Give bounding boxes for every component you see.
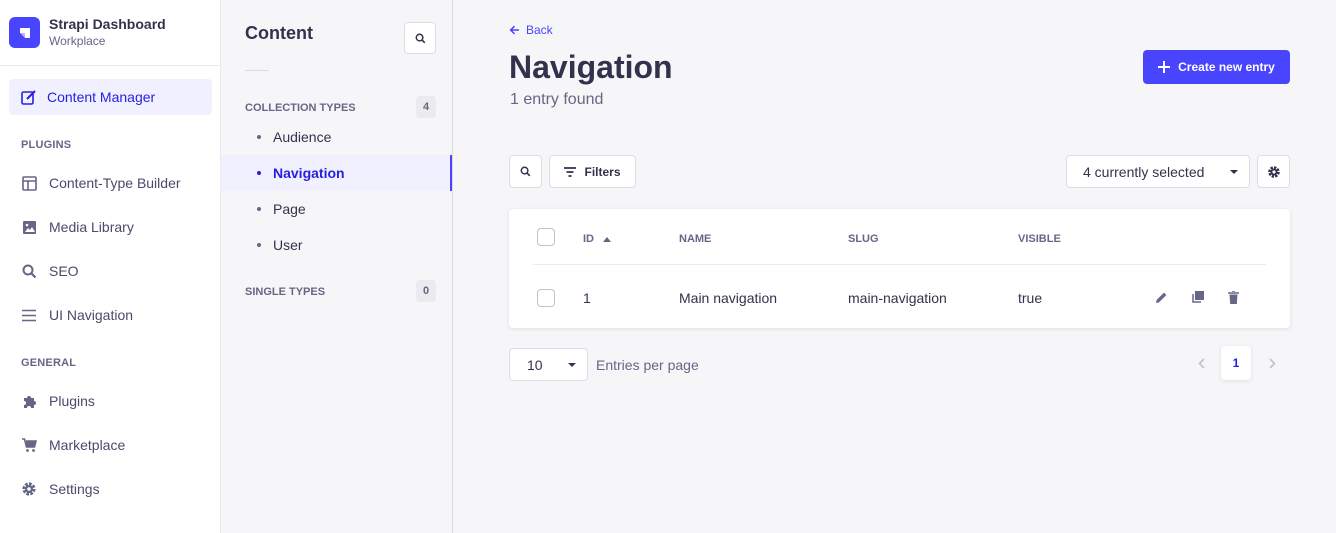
back-label: Back <box>526 23 553 37</box>
search-icon <box>520 166 531 177</box>
content-subnav: Content COLLECTION TYPES 4 Audience Navi… <box>221 0 453 533</box>
nav-item-label: UI Navigation <box>49 307 134 323</box>
subnav-item-audience[interactable]: Audience <box>221 119 452 155</box>
cell-slug: main-navigation <box>848 290 947 306</box>
select-all-checkbox[interactable] <box>537 228 555 246</box>
bullet-icon <box>257 207 261 211</box>
list-icon <box>21 307 37 323</box>
nav-item-label: Marketplace <box>49 437 126 453</box>
cart-icon <box>21 437 37 453</box>
delete-button[interactable] <box>1225 289 1241 305</box>
nav-item-plugins[interactable]: Plugins <box>21 390 95 412</box>
filter-icon <box>564 166 577 177</box>
page-title: Navigation <box>509 49 673 85</box>
filters-label: Filters <box>584 164 621 179</box>
chevron-right-icon <box>1268 357 1276 369</box>
column-header-id[interactable]: ID <box>583 233 611 245</box>
subnav-item-user[interactable]: User <box>221 227 452 263</box>
column-header-name[interactable]: NAME <box>679 233 711 245</box>
subnav-title: Content <box>245 23 313 43</box>
create-button-label: Create new entry <box>1178 60 1275 74</box>
nav-item-label: Plugins <box>49 393 95 409</box>
nav-item-ui-navigation[interactable]: UI Navigation <box>21 304 133 326</box>
brand-header[interactable]: Strapi Dashboard Workplace <box>0 0 220 66</box>
table-search-button[interactable] <box>509 155 542 188</box>
entry-count: 1 entry found <box>510 91 604 108</box>
pencil-icon <box>1155 292 1166 303</box>
brand-title: Strapi Dashboard <box>49 16 166 32</box>
next-page-button[interactable] <box>1264 355 1280 371</box>
entries-per-page-label: Entries per page <box>596 357 699 373</box>
sort-ascending-icon <box>603 236 611 242</box>
chevron-left-icon <box>1197 357 1205 369</box>
subnav-item-label: User <box>273 237 303 253</box>
bullet-icon <box>257 135 261 139</box>
list-settings-button[interactable] <box>1257 155 1290 188</box>
plus-icon <box>1158 61 1171 73</box>
nav-item-seo[interactable]: SEO <box>21 260 79 282</box>
page-button-current[interactable]: 1 <box>1221 346 1251 380</box>
page-size-value: 10 <box>527 356 543 373</box>
subnav-item-label: Navigation <box>273 165 345 181</box>
subnav-search-button[interactable] <box>404 22 436 54</box>
displayed-columns-select[interactable]: 4 currently selected <box>1066 155 1250 188</box>
bullet-icon <box>257 243 261 247</box>
header-divider <box>533 264 1266 265</box>
duplicate-icon <box>1192 291 1204 303</box>
gear-icon <box>1267 165 1280 178</box>
single-types-heading[interactable]: SINGLE TYPES <box>245 286 325 298</box>
bullet-icon <box>257 171 261 175</box>
layout-icon <box>21 175 37 191</box>
subnav-item-label: Page <box>273 201 306 217</box>
entries-table: ID NAME SLUG VISIBLE 1 Main navigation m… <box>509 209 1290 328</box>
search-icon <box>21 263 37 279</box>
general-heading: GENERAL <box>21 357 77 369</box>
select-value: 4 currently selected <box>1083 163 1205 180</box>
collection-types-heading[interactable]: COLLECTION TYPES <box>245 102 356 114</box>
search-icon <box>415 33 425 43</box>
create-new-entry-button[interactable]: Create new entry <box>1143 50 1290 84</box>
cell-visible: true <box>1018 290 1043 306</box>
nav-item-label: Settings <box>49 481 100 497</box>
feather-icon <box>21 89 37 105</box>
chevron-down-icon <box>1230 170 1238 174</box>
single-types-count-badge: 0 <box>416 280 436 302</box>
filters-button[interactable]: Filters <box>549 155 636 188</box>
column-header-visible[interactable]: VISIBLE <box>1018 233 1061 245</box>
duplicate-button[interactable] <box>1190 289 1206 305</box>
nav-item-content-manager[interactable]: Content Manager <box>9 79 212 115</box>
brand-subtitle: Workplace <box>49 34 106 48</box>
subnav-item-label: Audience <box>273 129 332 145</box>
edit-button[interactable] <box>1153 289 1169 305</box>
nav-item-marketplace[interactable]: Marketplace <box>21 434 125 456</box>
trash-icon <box>1227 290 1239 304</box>
plugins-heading: PLUGINS <box>21 139 72 151</box>
strapi-logo-icon <box>9 17 40 48</box>
nav-item-settings[interactable]: Settings <box>21 478 100 500</box>
nav-item-label: Media Library <box>49 219 134 235</box>
puzzle-icon <box>21 393 37 409</box>
image-icon <box>21 219 37 235</box>
main-sidebar: Strapi Dashboard Workplace Content Manag… <box>0 0 221 533</box>
subnav-item-navigation[interactable]: Navigation <box>221 155 452 191</box>
nav-item-label: Content-Type Builder <box>49 175 181 191</box>
row-checkbox[interactable] <box>537 289 555 307</box>
collection-types-count-badge: 4 <box>416 96 436 118</box>
column-header-slug[interactable]: SLUG <box>848 233 879 245</box>
subnav-item-page[interactable]: Page <box>221 191 452 227</box>
arrow-left-icon <box>509 25 519 35</box>
nav-item-content-type-builder[interactable]: Content-Type Builder <box>21 172 181 194</box>
back-link[interactable]: Back <box>509 23 553 37</box>
page-size-select[interactable]: 10 <box>509 348 588 381</box>
nav-item-label: SEO <box>49 263 79 279</box>
nav-item-media-library[interactable]: Media Library <box>21 216 134 238</box>
nav-item-label: Content Manager <box>47 89 156 105</box>
previous-page-button[interactable] <box>1193 355 1209 371</box>
divider <box>245 70 269 71</box>
gear-icon <box>21 481 37 497</box>
cell-id: 1 <box>583 290 591 306</box>
cell-name: Main navigation <box>679 290 778 306</box>
chevron-down-icon <box>568 363 576 367</box>
